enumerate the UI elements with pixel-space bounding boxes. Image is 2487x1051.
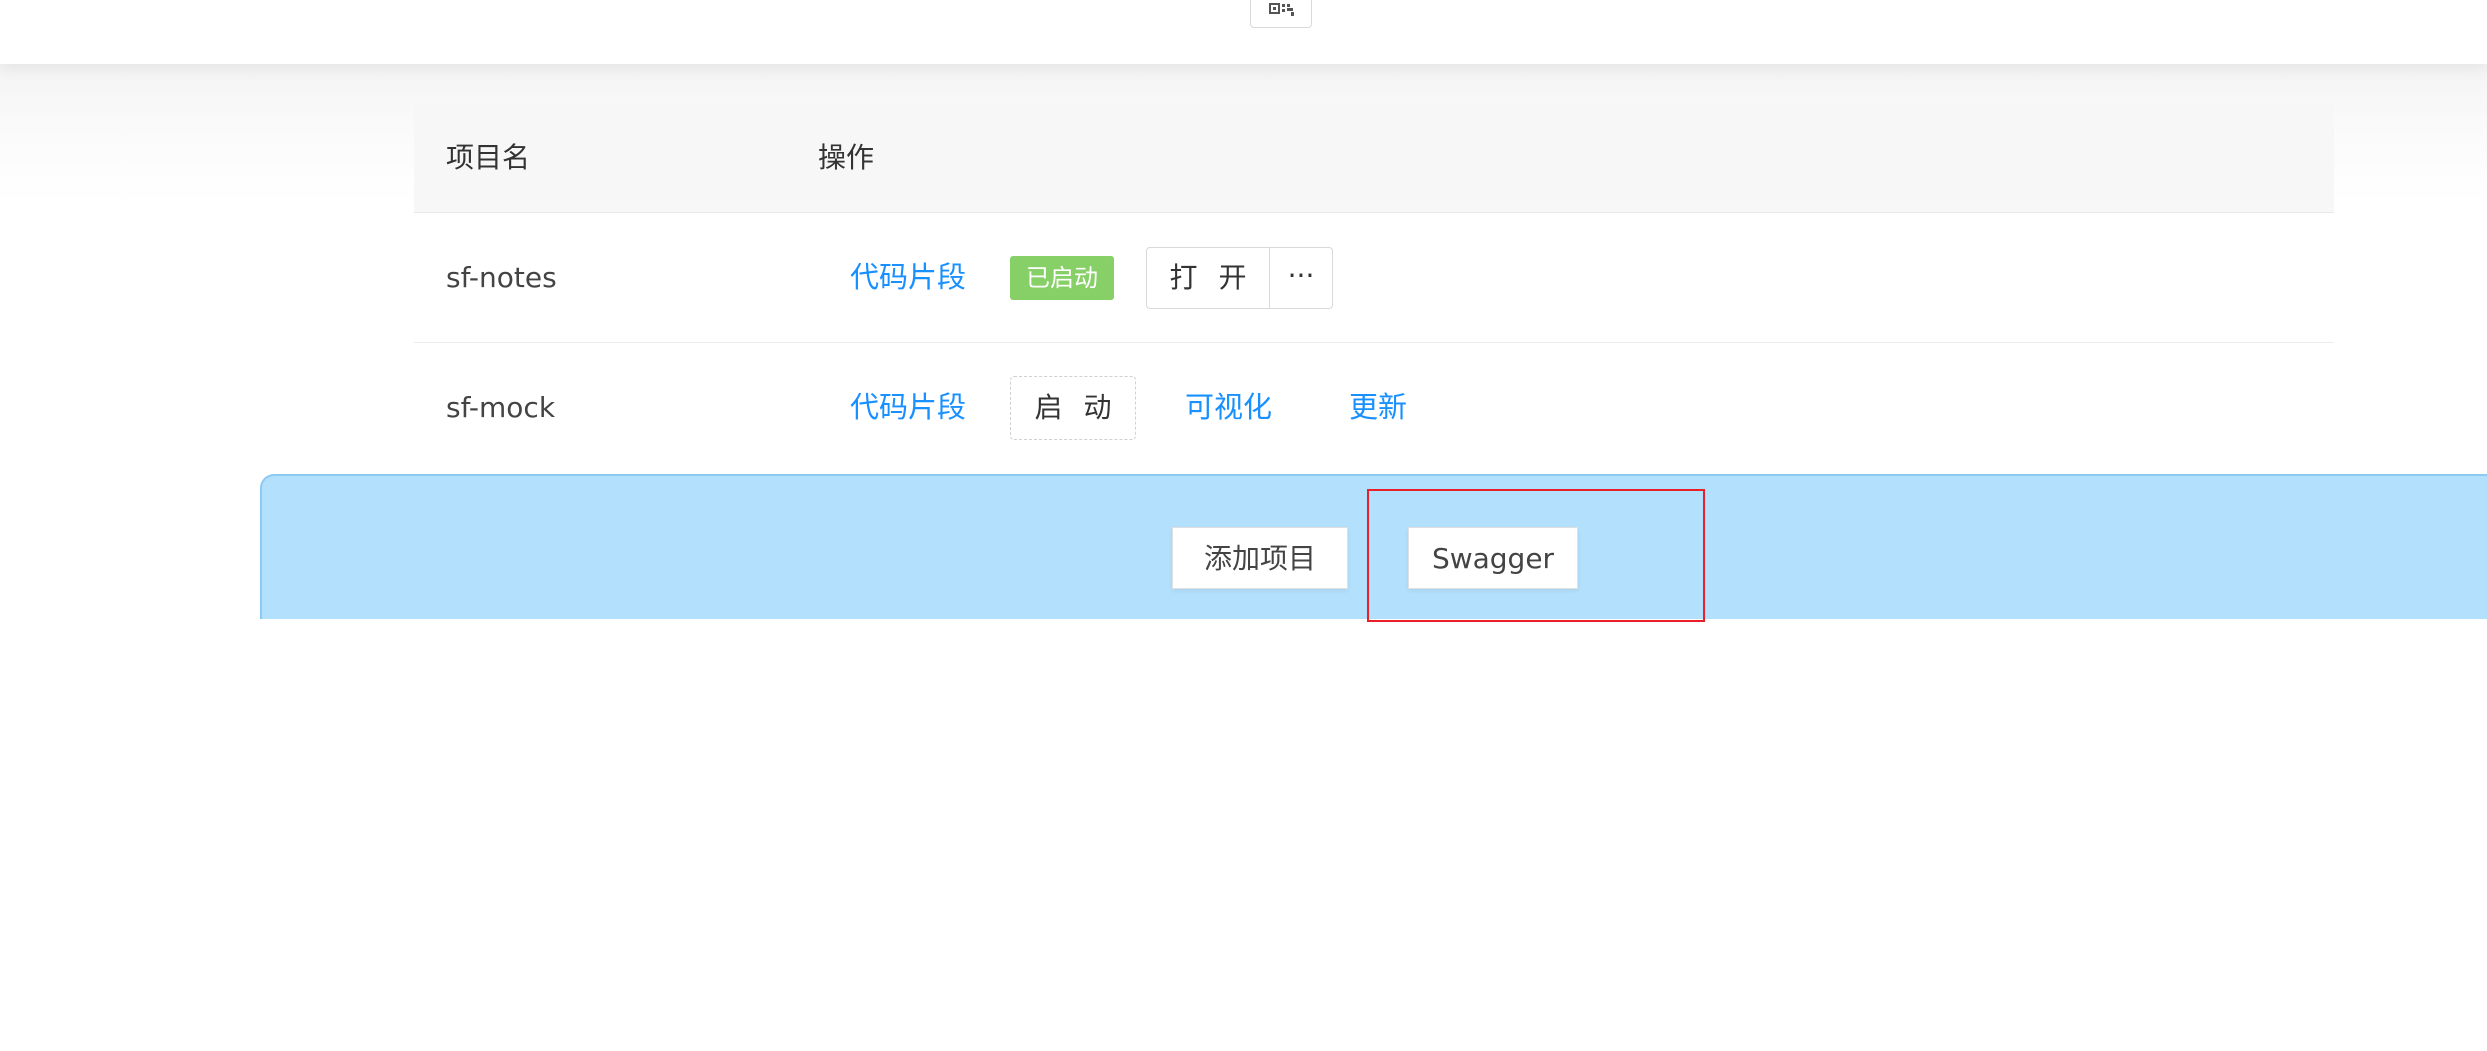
table-row: sf-mock 代码片段 启 动 可视化 更新 — [414, 343, 2334, 472]
update-link[interactable]: 更新 — [1349, 343, 1407, 472]
snippet-link[interactable]: 代码片段 — [850, 343, 966, 472]
swagger-button[interactable]: Swagger — [1408, 527, 1578, 589]
page: 项目名 操作 sf-notes 代码片段 已启动 打 开 ··· sf-mock… — [0, 0, 2487, 1051]
more-dropdown-button[interactable]: ··· — [1270, 247, 1333, 309]
visualize-link[interactable]: 可视化 — [1185, 343, 1272, 472]
table-row: sf-notes 代码片段 已启动 打 开 ··· — [414, 213, 2334, 343]
qrcode-button[interactable] — [1250, 0, 1312, 28]
qrcode-icon — [1269, 3, 1294, 16]
footer-action-bar: 添加项目 Swagger — [260, 474, 2487, 619]
open-button[interactable]: 打 开 — [1146, 247, 1270, 309]
start-button[interactable]: 启 动 — [1010, 376, 1136, 440]
add-project-button[interactable]: 添加项目 — [1172, 527, 1348, 589]
project-name: sf-mock — [446, 391, 556, 424]
table-header: 项目名 操作 — [414, 104, 2334, 213]
snippet-link[interactable]: 代码片段 — [850, 213, 966, 342]
status-badge: 已启动 — [1010, 256, 1114, 300]
open-button-group: 打 开 ··· — [1146, 247, 1333, 309]
column-header-operation: 操作 — [818, 141, 875, 174]
column-header-name: 项目名 — [446, 141, 531, 174]
project-name: sf-notes — [446, 261, 557, 294]
projects-table: 项目名 操作 sf-notes 代码片段 已启动 打 开 ··· sf-mock… — [414, 104, 2334, 472]
top-header — [0, 0, 2487, 64]
